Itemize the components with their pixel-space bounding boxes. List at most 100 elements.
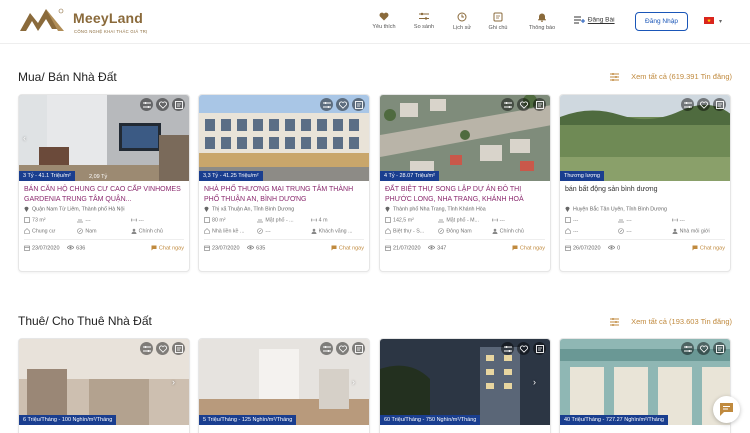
rent-see-all-link[interactable]: Xem tất cả (193.603 Tin đăng) bbox=[610, 317, 732, 327]
favorite-button[interactable] bbox=[336, 342, 349, 355]
listing-card[interactable]: 3,3 Tỷ - 41.25 Triệu/m² NHÀ PHỐ THƯƠNG M… bbox=[198, 94, 370, 272]
floating-chat-button[interactable] bbox=[713, 396, 740, 423]
note-button[interactable] bbox=[713, 98, 726, 111]
attr-type: Biệt thự - S... bbox=[385, 228, 438, 235]
favorite-button[interactable] bbox=[156, 98, 169, 111]
listing-image[interactable]: 40 Triệu/Tháng - 727.27 Nghìn/m²/Tháng bbox=[560, 339, 730, 425]
compare-button[interactable] bbox=[501, 342, 514, 355]
listing-card[interactable]: › 6 Triệu/Tháng - 100 Nghìn/m²/Tháng bbox=[18, 338, 190, 433]
listing-card[interactable]: › 60 Triệu/Tháng - 750 Nghìn/m²/Tháng bbox=[379, 338, 551, 433]
listing-image[interactable]: ‹ 3 Tỷ - 41.1 Triệu/m² 2,09 Tỷ bbox=[19, 95, 189, 181]
listing-card[interactable]: 40 Triệu/Tháng - 727.27 Nghìn/m²/Tháng bbox=[559, 338, 731, 433]
favorite-button[interactable] bbox=[517, 342, 530, 355]
listing-card[interactable]: 4 Tỷ - 28.07 Triệu/m² ĐẤT BIỆT THỰ SONG … bbox=[379, 94, 551, 272]
listing-card[interactable]: › 5 Triệu/Tháng - 125 Nghìn/m²/Tháng bbox=[198, 338, 370, 433]
post-date: 23/07/2020 bbox=[212, 245, 240, 252]
listing-location: Thị xã Thuận An, Tỉnh Bình Dương bbox=[199, 205, 369, 215]
listing-image[interactable]: 3,3 Tỷ - 41.25 Triệu/m² bbox=[199, 95, 369, 181]
nav-history[interactable]: Lịch sử bbox=[444, 12, 480, 31]
compare-button[interactable] bbox=[501, 98, 514, 111]
type-value: Biệt thự - S... bbox=[393, 228, 425, 235]
compare-button[interactable] bbox=[140, 342, 153, 355]
direction-value: Đông Nam bbox=[446, 228, 472, 235]
note-button[interactable] bbox=[172, 98, 185, 111]
nav-notifications[interactable]: Thông báo bbox=[524, 12, 560, 31]
post-listing-button[interactable]: Đăng Bài bbox=[574, 16, 615, 24]
next-image-arrow[interactable]: › bbox=[533, 377, 536, 387]
compare-button[interactable] bbox=[320, 98, 333, 111]
prev-image-arrow[interactable]: ‹ bbox=[23, 133, 26, 143]
card-footer: 23/07/2020 635 Chat ngay bbox=[204, 239, 364, 253]
note-button[interactable] bbox=[352, 98, 365, 111]
next-image-arrow[interactable]: › bbox=[352, 377, 355, 387]
favorite-button[interactable] bbox=[336, 98, 349, 111]
meeyland-logo[interactable]: MeeyLand CÔNG NGHỆ KHAI THÁC GIÁ TRỊ bbox=[18, 5, 158, 39]
note-icon bbox=[715, 344, 724, 353]
note-icon bbox=[354, 100, 363, 109]
compare-button[interactable] bbox=[140, 98, 153, 111]
compare-button[interactable] bbox=[681, 342, 694, 355]
price-tag: 6 Triệu/Tháng - 100 Nghìn/m²/Tháng bbox=[19, 415, 117, 425]
price-tag: 3,3 Tỷ - 41.25 Triệu/m² bbox=[199, 171, 263, 181]
user-icon bbox=[131, 228, 137, 235]
listing-image[interactable]: Thương lượng bbox=[560, 95, 730, 181]
listing-card[interactable]: ‹ 3 Tỷ - 41.1 Triệu/m² 2,09 Tỷ BÁN CĂN H… bbox=[18, 94, 190, 272]
vn-flag-icon[interactable] bbox=[704, 17, 714, 24]
home-icon bbox=[24, 228, 30, 235]
attr-width: --- bbox=[491, 217, 545, 224]
attribute-row: --- --- Nhà môi giới bbox=[560, 226, 730, 237]
listing-title[interactable]: BÁN CĂN HỘ CHUNG CƯ CAO CẤP VINHOMES GAR… bbox=[19, 181, 189, 205]
chevron-down-icon[interactable]: ▾ bbox=[719, 18, 722, 25]
filter-icon bbox=[610, 318, 620, 327]
note-button[interactable] bbox=[713, 342, 726, 355]
owner-value: Chính chủ bbox=[138, 228, 163, 235]
see-all-label: Xem tất cả (619.391 Tin đăng) bbox=[631, 72, 732, 81]
listing-image[interactable]: › 60 Triệu/Tháng - 750 Nghìn/m²/Tháng bbox=[380, 339, 550, 425]
compare-button[interactable] bbox=[681, 98, 694, 111]
attr-width: 4 m bbox=[310, 217, 364, 224]
frontage-value: --- bbox=[626, 217, 632, 224]
listing-image[interactable]: › 6 Triệu/Tháng - 100 Nghìn/m²/Tháng bbox=[19, 339, 189, 425]
next-image-arrow[interactable]: › bbox=[172, 377, 175, 387]
chat-now-button[interactable]: Chat ngay bbox=[692, 245, 725, 251]
chat-label: Chat ngay bbox=[699, 245, 725, 252]
location-text: Thị xã Thuận An, Tỉnh Bình Dương bbox=[212, 206, 295, 213]
attribute-row: 142,5 m² Mặt phố - M... --- bbox=[380, 215, 550, 226]
home-icon bbox=[204, 228, 210, 235]
favorite-button[interactable] bbox=[697, 342, 710, 355]
compare-icon bbox=[683, 101, 692, 108]
home-icon bbox=[385, 228, 391, 235]
listing-title[interactable]: bán bất động sản bình dương bbox=[560, 181, 730, 205]
favorite-button[interactable] bbox=[517, 98, 530, 111]
compare-button[interactable] bbox=[320, 342, 333, 355]
favorite-button[interactable] bbox=[156, 342, 169, 355]
attr-direction: --- bbox=[257, 228, 310, 235]
chat-now-button[interactable]: Chat ngay bbox=[331, 245, 364, 251]
chat-now-button[interactable]: Chat ngay bbox=[512, 245, 545, 251]
sale-see-all-link[interactable]: Xem tất cả (619.391 Tin đăng) bbox=[610, 72, 732, 82]
note-button[interactable] bbox=[533, 342, 546, 355]
attribute-row: Biệt thự - S... Đông Nam Chính chủ bbox=[380, 226, 550, 237]
attr-owner: Khách vãng ... bbox=[311, 228, 364, 235]
attr-area: 73 m² bbox=[24, 217, 77, 224]
nav-compare[interactable]: So sánh bbox=[406, 12, 442, 30]
chat-now-button[interactable]: Chat ngay bbox=[151, 245, 184, 251]
favorite-button[interactable] bbox=[697, 98, 710, 111]
listing-card[interactable]: Thương lượng bán bất động sản bình dương… bbox=[559, 94, 731, 272]
listing-image[interactable]: 4 Tỷ - 28.07 Triệu/m² bbox=[380, 95, 550, 181]
heart-icon bbox=[338, 344, 347, 353]
listing-title[interactable]: ĐẤT BIỆT THỰ SONG LẬP DỰ ÁN ĐÔ THỊ PHƯỚC… bbox=[380, 181, 550, 205]
note-button[interactable] bbox=[533, 98, 546, 111]
listing-image[interactable]: › 5 Triệu/Tháng - 125 Nghìn/m²/Tháng bbox=[199, 339, 369, 425]
width-value: --- bbox=[679, 217, 685, 224]
login-button[interactable]: Đăng Nhập bbox=[635, 12, 688, 31]
note-button[interactable] bbox=[352, 342, 365, 355]
listing-title[interactable]: NHÀ PHỐ THƯƠNG MẠI TRUNG TÂM THÀNH PHỐ T… bbox=[199, 181, 369, 205]
chat-label: Chat ngay bbox=[519, 245, 545, 252]
nav-favorites[interactable]: Yêu thích bbox=[366, 12, 402, 30]
nav-notes[interactable]: Ghi chú bbox=[480, 12, 516, 31]
road-icon bbox=[438, 219, 445, 223]
note-button[interactable] bbox=[172, 342, 185, 355]
location-pin-icon bbox=[565, 206, 570, 212]
image-actions bbox=[137, 98, 185, 116]
